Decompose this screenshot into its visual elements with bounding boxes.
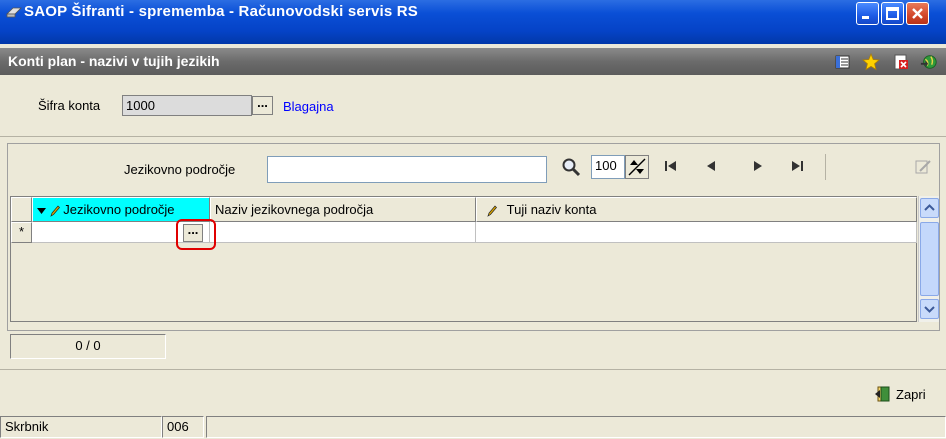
account-code-field[interactable]: 1000 bbox=[122, 95, 252, 116]
column-label-language-area-name: Naziv jezikovnega področja bbox=[215, 202, 374, 217]
language-filter-label: Jezikovno področje bbox=[124, 162, 236, 177]
cell-foreign-account-name[interactable] bbox=[476, 222, 917, 243]
subheader-title: Konti plan - nazivi v tujih jezikih bbox=[8, 53, 220, 69]
first-record-icon[interactable] bbox=[661, 155, 683, 177]
account-code-label: Šifra konta bbox=[38, 98, 101, 113]
close-icon bbox=[912, 8, 923, 19]
star-icon[interactable] bbox=[862, 53, 880, 71]
sort-down-icon bbox=[37, 207, 46, 214]
chevron-down-icon bbox=[924, 306, 935, 313]
column-header-foreign-account-name[interactable]: Tuji naziv konta bbox=[476, 197, 917, 222]
language-grid: Jezikovno področje Naziv jezikovnega pod… bbox=[10, 196, 917, 322]
scroll-down-button[interactable] bbox=[920, 299, 939, 319]
minimize-button[interactable] bbox=[856, 2, 879, 25]
close-button[interactable] bbox=[906, 2, 929, 25]
record-counter: 0 / 0 bbox=[10, 334, 166, 359]
exit-icon bbox=[875, 386, 890, 402]
app-icon bbox=[6, 7, 22, 18]
previous-record-icon[interactable] bbox=[700, 155, 722, 177]
cell-language-area-name[interactable] bbox=[210, 222, 476, 243]
title-bar: SAOP Šifranti - sprememba - Računovodski… bbox=[0, 0, 946, 44]
pencil-icon bbox=[49, 205, 60, 217]
globe-icon[interactable] bbox=[920, 53, 938, 71]
search-icon[interactable] bbox=[561, 157, 581, 177]
last-record-icon[interactable] bbox=[786, 155, 808, 177]
delete-icon[interactable] bbox=[892, 53, 910, 71]
next-record-icon[interactable] bbox=[747, 155, 769, 177]
highlight-marker bbox=[176, 219, 216, 250]
toolbar-divider bbox=[825, 154, 826, 180]
account-lookup-button[interactable]: ... bbox=[252, 96, 273, 115]
status-code: 006 bbox=[162, 416, 204, 438]
window-title: SAOP Šifranti - sprememba - Računovodski… bbox=[24, 3, 419, 20]
column-label-language-area: Jezikovno področje bbox=[63, 202, 175, 217]
language-filter-input[interactable] bbox=[267, 156, 547, 183]
list-icon[interactable] bbox=[834, 53, 852, 71]
scroll-up-button[interactable] bbox=[920, 198, 939, 218]
status-bar: Skrbnik 006 bbox=[0, 414, 946, 439]
chevron-up-icon bbox=[924, 204, 935, 211]
scroll-thumb[interactable] bbox=[920, 222, 939, 296]
minimize-icon bbox=[862, 16, 869, 19]
new-row-marker: * bbox=[11, 222, 32, 243]
pencil-icon bbox=[487, 205, 497, 217]
spinner-icon[interactable] bbox=[625, 155, 649, 179]
column-label-foreign-account-name: Tuji naziv konta bbox=[506, 202, 597, 217]
row-selector-header bbox=[11, 197, 32, 222]
edit-disabled-icon bbox=[915, 160, 931, 174]
page-size-input[interactable]: 100 bbox=[591, 155, 625, 179]
divider bbox=[0, 369, 946, 370]
grid-vertical-scrollbar[interactable] bbox=[918, 196, 939, 322]
status-message bbox=[206, 416, 946, 438]
maximize-button[interactable] bbox=[881, 2, 904, 25]
maximize-icon bbox=[886, 7, 899, 20]
status-role: Skrbnik bbox=[0, 416, 162, 438]
subheader-bar: Konti plan - nazivi v tujih jezikih bbox=[0, 48, 946, 75]
column-header-language-area-name[interactable]: Naziv jezikovnega področja bbox=[210, 197, 476, 222]
divider bbox=[0, 136, 946, 137]
close-form-label: Zapri bbox=[896, 387, 926, 402]
account-name-link[interactable]: Blagajna bbox=[283, 99, 334, 114]
